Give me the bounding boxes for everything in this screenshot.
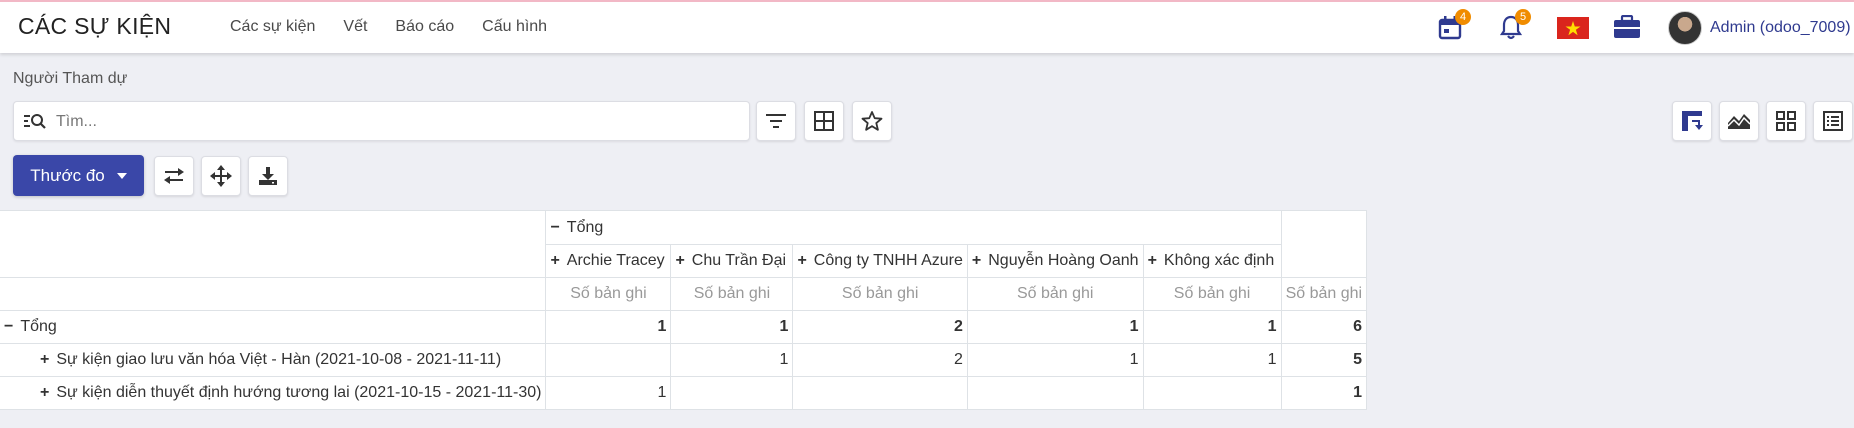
- row-total-cell[interactable]: 5: [1280, 343, 1368, 377]
- briefcase-icon: [1614, 14, 1640, 38]
- cell[interactable]: [545, 343, 672, 377]
- filter-button[interactable]: [756, 101, 796, 141]
- search-bar: [13, 101, 750, 141]
- search-input[interactable]: [54, 110, 738, 134]
- pivot-corner: [0, 210, 547, 278]
- measure-header-blank: [0, 277, 547, 311]
- download-icon: [259, 167, 277, 185]
- view-list-button[interactable]: [1813, 101, 1853, 141]
- measure-header[interactable]: Số bản ghi: [545, 277, 672, 311]
- cell[interactable]: [670, 376, 794, 410]
- menu-tracks[interactable]: Vết: [343, 18, 367, 36]
- notification-badge: 5: [1515, 9, 1531, 25]
- expand-icon: +: [40, 351, 50, 368]
- expand-icon: +: [40, 384, 50, 401]
- cell[interactable]: 2: [792, 343, 968, 377]
- column-header[interactable]: + Chu Trần Đại: [670, 244, 794, 278]
- kanban-icon: [1776, 111, 1796, 131]
- exchange-icon: [164, 168, 184, 184]
- collapse-icon: −: [550, 218, 560, 236]
- view-kanban-button[interactable]: [1766, 101, 1806, 141]
- activity-button[interactable]: 4: [1438, 9, 1471, 44]
- measures-button-label: Thước đo: [30, 165, 105, 185]
- breadcrumb[interactable]: Người Tham dự: [13, 70, 127, 88]
- group-by-button[interactable]: [804, 101, 844, 141]
- caret-down-icon: [116, 172, 127, 179]
- cell[interactable]: 1: [545, 376, 672, 410]
- column-header[interactable]: + Archie Tracey: [545, 244, 672, 278]
- flip-axis-button[interactable]: [154, 156, 194, 196]
- pivot-view-icon: [1682, 111, 1703, 131]
- expand-all-button[interactable]: [201, 156, 241, 196]
- cell[interactable]: 1: [545, 310, 672, 344]
- arrows-expand-icon: [210, 165, 232, 187]
- download-button[interactable]: [248, 156, 288, 196]
- cell[interactable]: [792, 376, 968, 410]
- user-menu[interactable]: Admin (odoo_7009): [1668, 11, 1851, 45]
- column-header-total[interactable]: − Tổng: [545, 210, 1282, 245]
- top-navbar: CÁC SỰ KIỆN Các sự kiện Vết Báo cáo Cấu …: [0, 0, 1854, 53]
- search-icon[interactable]: [23, 112, 47, 130]
- cell[interactable]: 1: [1142, 310, 1282, 344]
- column-header[interactable]: + Không xác định: [1142, 244, 1282, 278]
- view-graph-button[interactable]: [1719, 101, 1759, 141]
- cell[interactable]: 1: [1142, 343, 1282, 377]
- expand-icon: +: [797, 252, 807, 269]
- view-pivot-button[interactable]: [1672, 101, 1712, 141]
- column-header[interactable]: + Nguyễn Hoàng Oanh: [966, 244, 1144, 278]
- pivot-table: − Tổng + Archie Tracey + Chu Trần Đại + Công…: [0, 210, 1368, 410]
- favorites-button[interactable]: [852, 101, 892, 141]
- cell[interactable]: 1: [670, 310, 794, 344]
- expand-icon: +: [550, 252, 560, 269]
- cell[interactable]: [1142, 376, 1282, 410]
- measure-header[interactable]: Số bản ghi: [792, 277, 968, 311]
- main-menu: Các sự kiện Vết Báo cáo Cấu hình: [230, 18, 575, 36]
- cell[interactable]: 1: [966, 310, 1144, 344]
- expand-icon: +: [675, 252, 685, 269]
- column-header[interactable]: + Công ty TNHH Azure: [792, 244, 968, 278]
- expand-icon: +: [971, 252, 982, 269]
- measure-header[interactable]: Số bản ghi: [670, 277, 794, 311]
- collapse-icon: −: [4, 318, 14, 335]
- language-flag[interactable]: [1557, 17, 1589, 49]
- cell[interactable]: [966, 376, 1144, 410]
- area-chart-icon: [1727, 114, 1751, 129]
- measure-header[interactable]: Số bản ghi: [1280, 277, 1368, 311]
- app-title[interactable]: CÁC SỰ KIỆN: [18, 13, 171, 40]
- measures-button[interactable]: Thước đo: [13, 155, 144, 196]
- row-header[interactable]: + Sự kiện giao lưu văn hóa Việt - Hàn (20…: [0, 343, 547, 377]
- grid-layers-icon: [814, 111, 834, 131]
- notification-button[interactable]: 5: [1499, 9, 1531, 44]
- company-switcher[interactable]: [1613, 14, 1641, 47]
- avatar: [1668, 11, 1702, 45]
- menu-configuration[interactable]: Cấu hình: [482, 18, 547, 36]
- measure-header[interactable]: Số bản ghi: [966, 277, 1144, 311]
- cell[interactable]: 1: [966, 343, 1144, 377]
- list-icon: [1823, 111, 1843, 131]
- cell[interactable]: 2: [792, 310, 968, 344]
- row-header[interactable]: + Sự kiện diễn thuyết định hướng tương la…: [0, 376, 547, 410]
- activity-badge: 4: [1455, 9, 1471, 25]
- measure-header[interactable]: Số bản ghi: [1142, 277, 1282, 311]
- filter-icon: [766, 114, 786, 128]
- expand-icon: +: [1147, 252, 1157, 269]
- user-name: Admin (odoo_7009): [1710, 19, 1851, 36]
- row-header-total[interactable]: − Tổng: [0, 310, 547, 344]
- star-icon: [861, 111, 883, 131]
- column-header-grand-total: [1280, 210, 1368, 278]
- row-total-cell[interactable]: 1: [1280, 376, 1368, 410]
- vietnam-flag-icon: [1557, 17, 1589, 39]
- menu-events[interactable]: Các sự kiện: [230, 18, 315, 36]
- cell[interactable]: 1: [670, 343, 794, 377]
- grand-total-cell[interactable]: 6: [1280, 310, 1368, 344]
- menu-reports[interactable]: Báo cáo: [395, 18, 454, 36]
